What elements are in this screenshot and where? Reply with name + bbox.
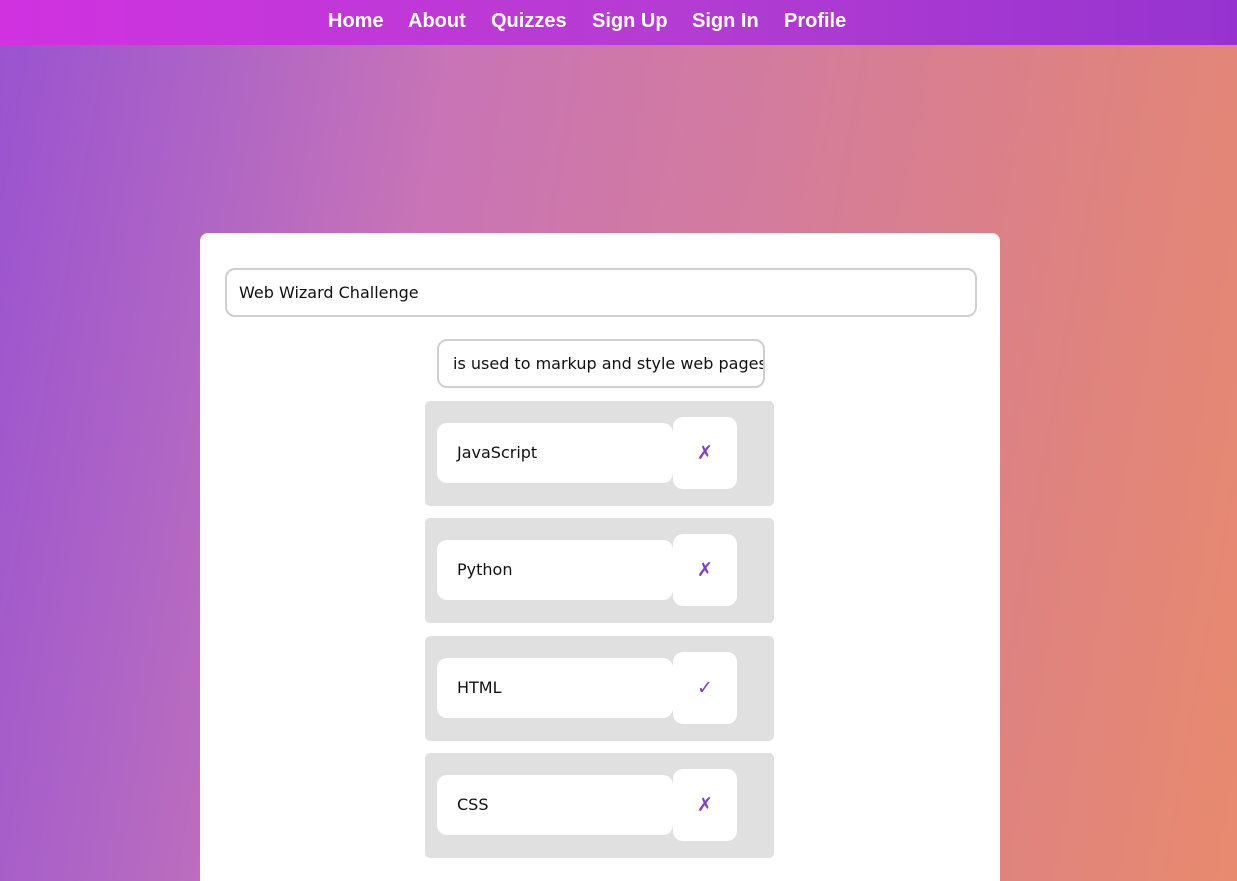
incorrect-toggle-button[interactable]: ✗: [673, 417, 737, 489]
answer-text-field[interactable]: JavaScript: [437, 423, 673, 483]
answer-text-field[interactable]: Python: [437, 540, 673, 600]
quiz-title-input[interactable]: [225, 268, 977, 317]
answer-option-4: CSS ✗: [425, 753, 774, 858]
cross-icon: ✗: [697, 442, 713, 464]
answer-text-field[interactable]: HTML: [437, 658, 673, 718]
incorrect-toggle-button[interactable]: ✗: [673, 769, 737, 841]
correct-toggle-button[interactable]: ✓: [673, 652, 737, 724]
nav-profile-link[interactable]: Profile: [784, 9, 846, 33]
question-input[interactable]: [437, 339, 765, 388]
top-navigation: Home About Quizzes Sign Up Sign In Profi…: [0, 0, 1237, 45]
answer-option-3: HTML ✓: [425, 636, 774, 741]
cross-icon: ✗: [697, 559, 713, 581]
check-icon: ✓: [697, 677, 713, 699]
answer-text-field[interactable]: CSS: [437, 775, 673, 835]
nav-home-link[interactable]: Home: [328, 9, 384, 33]
quiz-editor-card: JavaScript ✗ Python ✗ HTML ✓ CSS ✗: [200, 233, 1000, 881]
nav-about-link[interactable]: About: [408, 9, 466, 33]
incorrect-toggle-button[interactable]: ✗: [673, 534, 737, 606]
answer-option-2: Python ✗: [425, 518, 774, 623]
nav-quizzes-link[interactable]: Quizzes: [491, 9, 567, 33]
nav-sign-up-link[interactable]: Sign Up: [592, 9, 668, 33]
nav-sign-in-link[interactable]: Sign In: [692, 9, 759, 33]
answer-option-1: JavaScript ✗: [425, 401, 774, 506]
cross-icon: ✗: [697, 794, 713, 816]
